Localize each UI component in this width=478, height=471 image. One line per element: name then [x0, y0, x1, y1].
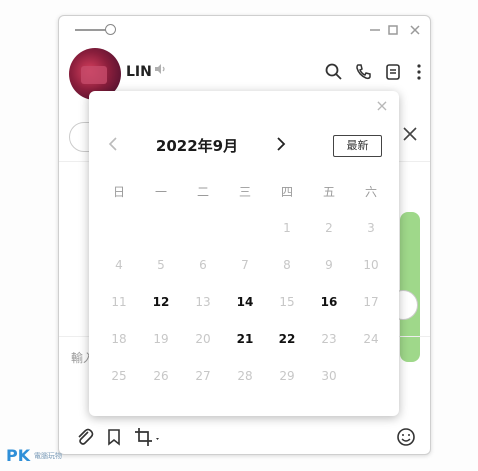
calendar-day[interactable]: 21 [224, 330, 266, 367]
calendar-day[interactable]: 16 [308, 293, 350, 330]
calendar-day[interactable]: 22 [266, 330, 308, 367]
crop-icon[interactable] [133, 426, 163, 448]
empty-day-cell [182, 219, 224, 256]
empty-day-cell [224, 219, 266, 256]
maximize-icon[interactable] [385, 22, 401, 38]
calendar-day: 19 [153, 332, 169, 346]
bookmark-icon[interactable] [103, 426, 125, 448]
calendar-day: 5 [157, 258, 165, 272]
calendar-day: 15 [279, 295, 295, 309]
empty-day-cell [140, 219, 182, 256]
calendar-day: 17 [363, 295, 379, 309]
empty-day-cell [98, 219, 140, 256]
title-bar [59, 16, 430, 46]
calendar-day: 4 [115, 258, 123, 272]
calendar-day: 23 [321, 332, 337, 346]
calendar-day: 6 [199, 258, 207, 272]
calendar-grid: 1 2 3 4 5 6 7 8 9 10 11 12 13 14 15 16 17 18 19 20 21 22 23 24 2… [98, 219, 392, 404]
calendar-day: 13 [195, 295, 211, 309]
phone-icon[interactable] [353, 62, 373, 82]
calendar-day: 30 [321, 369, 337, 383]
calendar-day: 24 [363, 332, 379, 346]
calendar-day: 26 [153, 369, 169, 383]
minimize-icon[interactable] [367, 22, 383, 38]
calendar-day: 10 [363, 258, 379, 272]
more-icon[interactable] [409, 62, 429, 82]
weekday-label: 三 [238, 185, 251, 199]
calendar-day: 8 [283, 258, 291, 272]
emoji-icon[interactable] [395, 426, 417, 448]
calendar-day: 7 [241, 258, 249, 272]
weekday-label: 二 [196, 185, 209, 199]
calendar-day: 11 [111, 295, 127, 309]
watermark-subtitle: 電腦玩物 [34, 452, 62, 460]
calendar-day: 18 [111, 332, 127, 346]
calendar-day[interactable]: 14 [224, 293, 266, 330]
next-month-icon[interactable] [275, 135, 287, 153]
popup-close-icon[interactable]: × [375, 98, 389, 114]
close-search-icon[interactable] [400, 124, 420, 144]
month-title: 2022年9月 [155, 137, 239, 155]
weekday-label: 一 [154, 185, 167, 199]
prev-month-icon[interactable] [107, 135, 119, 153]
date-picker-popup: × 2022年9月 最新 日一二三四五六 1 2 3 4 5 6 7 8 9 10 11 12 13 14… [89, 91, 399, 416]
calendar-day: 3 [367, 221, 375, 235]
attach-icon[interactable] [73, 426, 95, 448]
opacity-slider-knob[interactable] [105, 24, 116, 35]
weekday-label: 六 [364, 185, 377, 199]
search-icon[interactable] [324, 62, 344, 82]
calendar-day: 27 [195, 369, 211, 383]
calendar-day: 20 [195, 332, 211, 346]
weekday-header: 日一二三四五六 [98, 183, 392, 201]
contact-name: LIN [126, 64, 152, 80]
calendar-day: 2 [325, 221, 333, 235]
weekday-label: 日 [112, 185, 125, 199]
weekday-label: 五 [322, 185, 335, 199]
calendar-day: 25 [111, 369, 127, 383]
weekday-label: 四 [280, 185, 293, 199]
speaker-icon [153, 62, 167, 80]
input-toolbar [59, 420, 430, 452]
calendar-day: 29 [279, 369, 295, 383]
notes-icon[interactable] [383, 62, 403, 82]
calendar-day: 28 [237, 369, 253, 383]
latest-button[interactable]: 最新 [333, 135, 382, 157]
calendar-day[interactable]: 12 [140, 293, 182, 330]
watermark-logo: PK [6, 446, 31, 465]
calendar-day: 1 [283, 221, 291, 235]
close-icon[interactable] [407, 22, 423, 38]
calendar-day: 9 [325, 258, 333, 272]
